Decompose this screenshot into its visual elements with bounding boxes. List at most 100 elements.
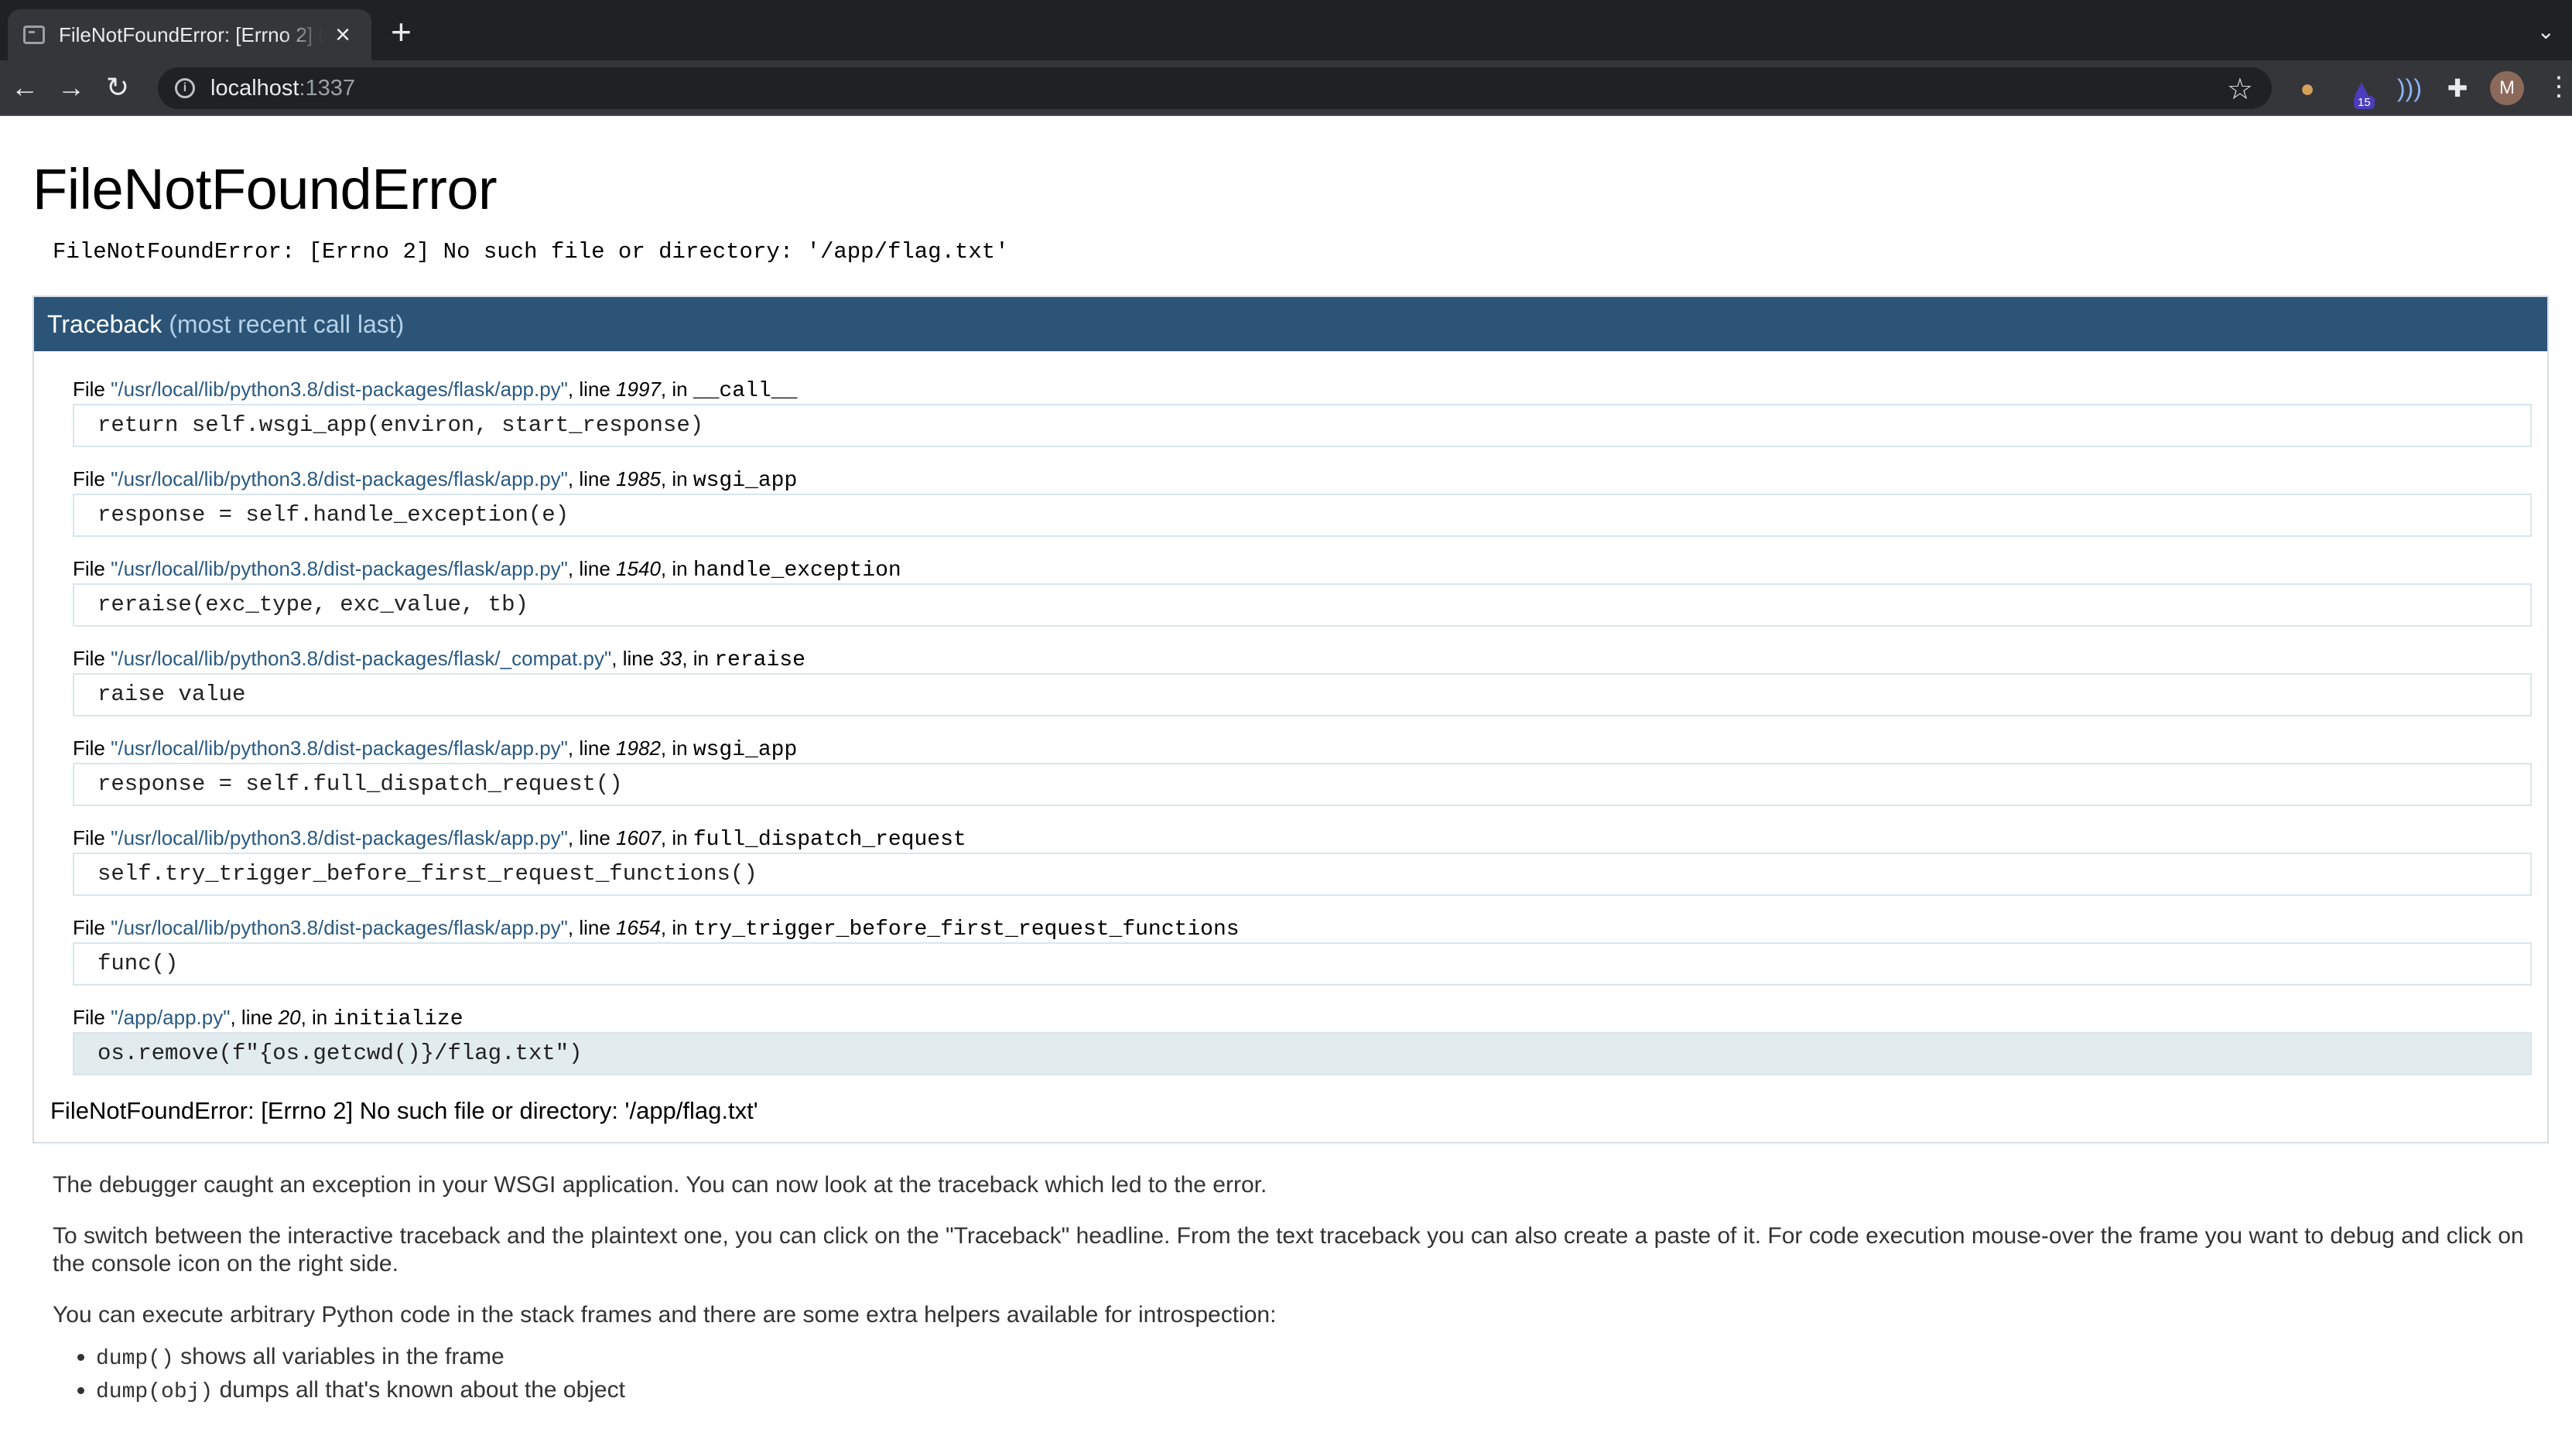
traceback-footer: FileNotFoundError: [Errno 2] No such fil…	[50, 1097, 758, 1124]
frame-function: reraise	[714, 648, 805, 672]
frame-line-word: , line	[567, 737, 617, 760]
frame-line-number: 20	[278, 1006, 301, 1029]
bookmark-star-icon[interactable]: ☆	[2227, 72, 2253, 107]
address-bar[interactable]: i localhost:1337 ☆	[158, 67, 2272, 109]
traceback-frame[interactable]: File "/usr/local/lib/python3.8/dist-pack…	[73, 554, 2532, 627]
frame-function: handle_exception	[693, 559, 901, 583]
frame-filename: "/usr/local/lib/python3.8/dist-packages/…	[111, 557, 568, 580]
frame-line-word: , line	[567, 826, 617, 849]
wave-extension-icon[interactable]: )))	[2392, 71, 2427, 105]
tab-close-icon[interactable]: ×	[330, 22, 356, 48]
debugger-page: FileNotFoundError FileNotFoundError: [Er…	[0, 156, 2572, 1408]
site-info-icon[interactable]: i	[175, 78, 195, 98]
frame-in-word: , in	[660, 378, 693, 401]
profile-avatar[interactable]: M	[2490, 71, 2524, 105]
traceback-frame[interactable]: File "/usr/local/lib/python3.8/dist-pack…	[73, 644, 2532, 716]
traceback-frame[interactable]: File "/usr/local/lib/python3.8/dist-pack…	[73, 823, 2532, 896]
frame-source-line[interactable]: os.remove(f"{os.getcwd()}/flag.txt")	[73, 1032, 2532, 1075]
traceback-frame[interactable]: File "/usr/local/lib/python3.8/dist-pack…	[73, 374, 2532, 447]
frame-filename: "/usr/local/lib/python3.8/dist-packages/…	[111, 916, 568, 939]
forward-arrow-icon[interactable]: →	[48, 64, 94, 111]
url-host: localhost	[210, 75, 299, 101]
frame-file-word: File	[73, 1006, 111, 1029]
frame-in-word: , in	[300, 1006, 333, 1029]
frame-source-line[interactable]: func()	[73, 942, 2532, 986]
extensions-puzzle-icon[interactable]: ✚	[2440, 71, 2475, 105]
traceback-frame[interactable]: File "/app/app.py", line 20, in initiali…	[73, 1003, 2532, 1075]
terminal-favicon-icon	[23, 26, 45, 44]
traceback-frame[interactable]: File "/usr/local/lib/python3.8/dist-pack…	[73, 733, 2532, 806]
frame-file-word: File	[73, 467, 111, 490]
frame-location: File "/usr/local/lib/python3.8/dist-pack…	[73, 554, 2532, 583]
frame-file-word: File	[73, 557, 111, 580]
cookie-extension-icon[interactable]: ●	[2290, 71, 2324, 105]
helper-code: dump()	[96, 1347, 174, 1371]
frame-location: File "/usr/local/lib/python3.8/dist-pack…	[73, 823, 2532, 853]
traceback-frame[interactable]: File "/usr/local/lib/python3.8/dist-pack…	[73, 913, 2532, 986]
frame-file-word: File	[73, 826, 111, 849]
frame-filename: "/usr/local/lib/python3.8/dist-packages/…	[111, 737, 568, 760]
frame-source-line[interactable]: reraise(exc_type, exc_value, tb)	[73, 583, 2532, 627]
frame-in-word: , in	[682, 647, 715, 670]
error-message: FileNotFoundError: [Errno 2] No such fil…	[53, 239, 1009, 265]
frame-source-line[interactable]: return self.wsgi_app(environ, start_resp…	[73, 404, 2532, 447]
frame-source-line[interactable]: response = self.full_dispatch_request()	[73, 763, 2532, 806]
frame-function: __call__	[693, 379, 798, 403]
frame-line-word: , line	[230, 1006, 279, 1029]
frame-line-word: , line	[567, 467, 617, 490]
frame-line-number: 1997	[616, 378, 661, 401]
kebab-menu-icon[interactable]: ⋮	[2546, 71, 2572, 102]
frame-location: File "/app/app.py", line 20, in initiali…	[73, 1003, 2532, 1032]
traceback-headline[interactable]: Traceback (most recent call last)	[34, 297, 2547, 351]
frame-in-word: , in	[660, 467, 693, 490]
frame-file-word: File	[73, 916, 111, 939]
frame-line-number: 33	[659, 647, 682, 670]
frame-line-number: 1654	[616, 916, 661, 939]
helper-text: dumps all that's known about the object	[213, 1377, 625, 1403]
frame-line-word: , line	[567, 378, 617, 401]
frame-line-word: , line	[567, 916, 617, 939]
reload-icon[interactable]: ↻	[94, 64, 141, 111]
browser-tabstrip: FileNotFoundError: [Errno 2] No such fil…	[0, 0, 2572, 60]
frame-file-word: File	[73, 647, 111, 670]
frame-line-number: 1982	[616, 737, 661, 760]
helper-item: dump() shows all variables in the frame	[96, 1342, 2549, 1375]
tab-title: FileNotFoundError: [Errno 2] No such fil…	[59, 22, 322, 46]
helper-text: shows all variables in the frame	[173, 1344, 504, 1369]
frame-source-line[interactable]: raise value	[73, 673, 2532, 716]
traceback-sublabel: (most recent call last)	[169, 309, 405, 338]
frame-filename: "/usr/local/lib/python3.8/dist-packages/…	[111, 467, 568, 490]
frame-function: try_trigger_before_first_request_functio…	[693, 918, 1240, 942]
frame-function: full_dispatch_request	[693, 828, 966, 852]
traceback-frame[interactable]: File "/usr/local/lib/python3.8/dist-pack…	[73, 464, 2532, 537]
frame-source-line[interactable]: response = self.handle_exception(e)	[73, 494, 2532, 537]
frame-source-line[interactable]: self.try_trigger_before_first_request_fu…	[73, 853, 2532, 896]
frame-filename: "/usr/local/lib/python3.8/dist-packages/…	[111, 647, 612, 670]
extension-badge: 15	[2354, 96, 2375, 109]
frame-location: File "/usr/local/lib/python3.8/dist-pack…	[73, 913, 2532, 942]
frame-filename: "/usr/local/lib/python3.8/dist-packages/…	[111, 826, 568, 849]
frame-location: File "/usr/local/lib/python3.8/dist-pack…	[73, 374, 2532, 404]
frame-location: File "/usr/local/lib/python3.8/dist-pack…	[73, 733, 2532, 763]
frame-location: File "/usr/local/lib/python3.8/dist-pack…	[73, 644, 2532, 673]
tab-search-chevron-icon[interactable]: ⌄	[2537, 19, 2555, 44]
url-port: :1337	[299, 75, 356, 101]
frame-filename: "/usr/local/lib/python3.8/dist-packages/…	[111, 378, 568, 401]
back-arrow-icon[interactable]: ←	[2, 64, 48, 111]
helper-list: dump() shows all variables in the frame …	[96, 1342, 2549, 1408]
frame-function: wsgi_app	[693, 738, 798, 762]
browser-toolbar: ← → ↻ i localhost:1337 ☆ ● ▲ 15 ))) ✚ M …	[0, 60, 2572, 116]
traceback-panel: Traceback (most recent call last) File "…	[32, 296, 2549, 1143]
frame-line-number: 1607	[616, 826, 661, 849]
frame-line-number: 1540	[616, 557, 661, 580]
frame-function: wsgi_app	[693, 469, 798, 493]
explanation-paragraph-1: The debugger caught an exception in your…	[53, 1172, 1267, 1198]
frame-filename: "/app/app.py"	[111, 1006, 231, 1029]
new-tab-icon[interactable]: +	[391, 14, 412, 50]
browser-tab[interactable]: FileNotFoundError: [Errno 2] No such fil…	[8, 9, 371, 60]
traceback-label: Traceback	[47, 309, 162, 338]
page-title: FileNotFoundError	[32, 157, 498, 221]
explanation-paragraph-2: To switch between the interactive traceb…	[53, 1223, 2524, 1277]
frame-in-word: , in	[660, 557, 693, 580]
frame-in-word: , in	[660, 737, 693, 760]
